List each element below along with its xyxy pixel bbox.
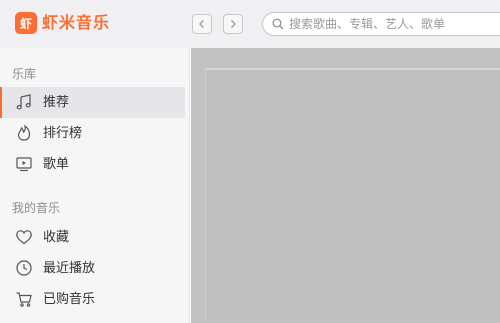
sidebar: 乐库 推荐 排行榜 歌单 我的音乐 收藏 最近播放 已购音乐 [0, 48, 190, 323]
back-button[interactable] [192, 14, 212, 34]
logo-char: 虾 [19, 16, 32, 31]
search-icon [272, 18, 284, 30]
music-note-icon [15, 93, 33, 111]
sidebar-item-charts[interactable]: 排行榜 [0, 118, 185, 149]
section-title-library: 乐库 [12, 67, 37, 81]
chevron-right-icon [231, 20, 236, 28]
top-bar: 虾 虾米音乐 [0, 0, 500, 48]
sidebar-item-playlists[interactable]: 歌单 [0, 149, 185, 180]
sidebar-item-purchased[interactable]: 已购音乐 [0, 284, 185, 315]
playlist-screen-icon [15, 155, 33, 173]
chevron-left-icon [199, 20, 204, 28]
app-name: 虾米音乐 [42, 13, 111, 32]
sidebar-item-label: 收藏 [43, 230, 70, 245]
sidebar-item-recommend[interactable]: 推荐 [0, 87, 185, 118]
sidebar-item-label: 歌单 [43, 157, 70, 172]
sidebar-item-label: 排行榜 [43, 126, 83, 141]
cart-icon [15, 290, 33, 308]
search-box[interactable] [262, 12, 500, 36]
heart-icon [15, 228, 33, 246]
clock-icon [15, 259, 33, 277]
content-placeholder [205, 68, 500, 320]
sidebar-item-label: 已购音乐 [43, 292, 96, 307]
forward-button[interactable] [223, 14, 243, 34]
sidebar-item-favorites[interactable]: 收藏 [0, 222, 185, 253]
sidebar-item-label: 推荐 [43, 95, 70, 110]
search-input[interactable] [289, 13, 500, 35]
sidebar-item-label: 最近播放 [43, 261, 96, 276]
app-logo: 虾 [15, 12, 37, 34]
sidebar-item-recent[interactable]: 最近播放 [0, 253, 185, 284]
flame-icon [15, 124, 33, 142]
main-content [191, 48, 500, 323]
section-title-my-music: 我的音乐 [12, 201, 61, 215]
